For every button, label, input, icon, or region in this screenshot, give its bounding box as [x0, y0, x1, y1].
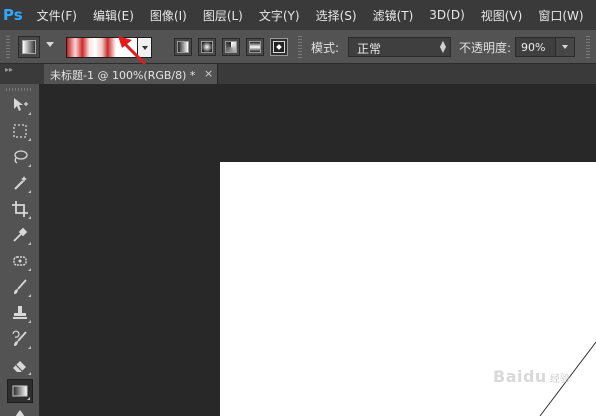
menu-type[interactable]: 文字(Y) — [259, 7, 300, 24]
close-icon[interactable]: × — [204, 67, 213, 80]
marquee-tool-icon[interactable] — [7, 119, 33, 143]
document-tab-title: 未标题-1 @ 100%(RGB/8) * — [50, 69, 196, 82]
mode-label: 模式: — [311, 41, 340, 55]
diamond-gradient-button[interactable] — [270, 38, 288, 56]
menu-bar: Ps 文件(F) 编辑(E) 图像(I) 图层(L) 文字(Y) 选择(S) 滤… — [0, 0, 596, 30]
menu-select[interactable]: 选择(S) — [316, 7, 357, 24]
menu-window[interactable]: 窗口(W) — [538, 7, 583, 24]
opacity-slider-button[interactable] — [555, 37, 575, 57]
linear-gradient-icon — [177, 41, 189, 53]
menu-edit[interactable]: 编辑(E) — [93, 7, 134, 24]
radial-gradient-button[interactable] — [198, 38, 216, 56]
annotation-arrow-icon — [118, 36, 146, 65]
reflected-gradient-button[interactable] — [246, 38, 264, 56]
menu-view[interactable]: 视图(V) — [481, 7, 523, 24]
collapse-panel-icon[interactable]: ▸▸ — [0, 64, 40, 84]
menu-image[interactable]: 图像(I) — [150, 7, 187, 24]
document-tab-bar: ▸▸ 未标题-1 @ 100%(RGB/8) * × — [0, 64, 596, 84]
tools-panel — [0, 84, 40, 416]
tool-preset-picker[interactable] — [18, 36, 40, 58]
magic-wand-tool-icon[interactable] — [7, 171, 33, 195]
clone-stamp-tool-icon[interactable] — [7, 301, 33, 325]
tools-panel-grip[interactable] — [6, 88, 32, 91]
photoshop-logo-icon: Ps — [3, 6, 23, 24]
opacity-label: 不透明度: — [459, 41, 512, 55]
blend-mode-select[interactable]: 正常 ▲ ▼ — [348, 37, 451, 57]
watermark-sub: 经验 — [549, 374, 570, 385]
canvas-area[interactable]: Baidu 经验 — [41, 84, 596, 416]
linear-gradient-button[interactable] — [174, 38, 192, 56]
blend-mode-value: 正常 — [357, 42, 382, 56]
gradient-tool-icon[interactable] — [7, 379, 33, 403]
eraser-tool-icon[interactable] — [7, 353, 33, 377]
options-separator — [298, 36, 302, 58]
document-tab[interactable]: 未标题-1 @ 100%(RGB/8) * × — [44, 64, 218, 84]
gradient-tool-icon — [22, 40, 36, 54]
menu-layer[interactable]: 图层(L) — [203, 7, 243, 24]
watermark-brand: Baidu — [493, 367, 547, 386]
blur-tool-icon[interactable] — [7, 405, 33, 416]
radial-gradient-icon — [201, 41, 213, 53]
options-separator — [586, 36, 590, 58]
history-brush-tool-icon[interactable] — [7, 327, 33, 351]
eyedropper-tool-icon[interactable] — [7, 223, 33, 247]
updown-arrows-icon: ▲ ▼ — [439, 39, 446, 54]
chevron-down-icon — [562, 45, 568, 49]
options-bar: 模式: 正常 ▲ ▼ 不透明度: 90% — [0, 30, 596, 64]
angle-gradient-icon — [225, 41, 237, 53]
healing-brush-tool-icon[interactable] — [7, 249, 33, 273]
lasso-tool-icon[interactable] — [7, 145, 33, 169]
reflected-gradient-icon — [249, 41, 261, 53]
chevron-down-icon[interactable] — [46, 42, 54, 47]
opacity-value: 90% — [521, 41, 546, 54]
diamond-gradient-icon — [273, 41, 285, 53]
menu-filter[interactable]: 滤镜(T) — [373, 7, 414, 24]
brush-tool-icon[interactable] — [7, 275, 33, 299]
crop-tool-icon[interactable] — [7, 197, 33, 221]
menu-3d[interactable]: 3D(D) — [429, 8, 464, 22]
menu-file[interactable]: 文件(F) — [37, 7, 77, 24]
move-tool-icon[interactable] — [7, 93, 33, 117]
opacity-input[interactable]: 90% — [515, 37, 555, 57]
baidu-watermark: Baidu 经验 — [493, 367, 570, 386]
angle-gradient-button[interactable] — [222, 38, 240, 56]
options-bar-grip[interactable] — [6, 36, 10, 58]
